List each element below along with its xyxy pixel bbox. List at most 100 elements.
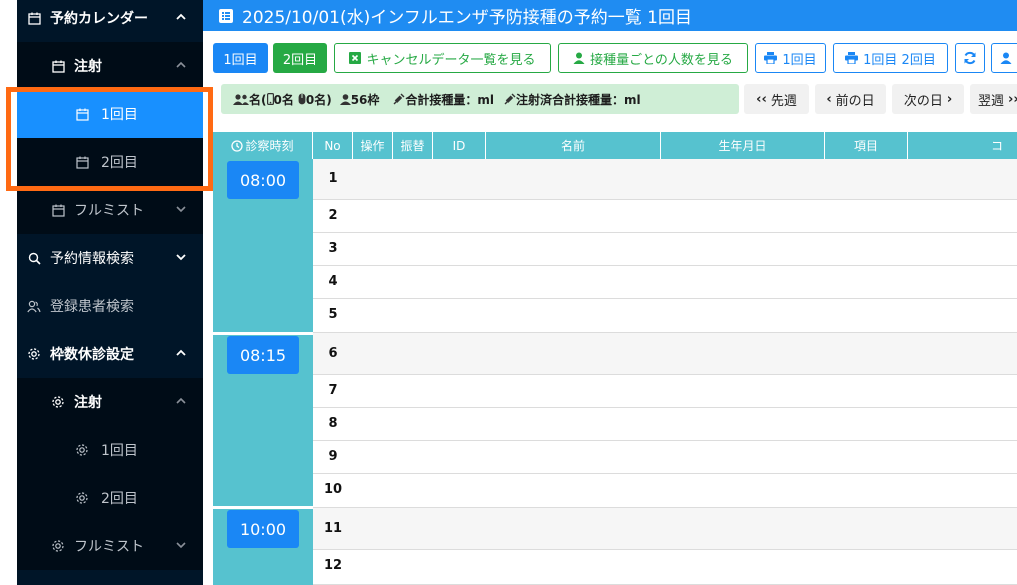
sidebar-item-label: 2回目 (101, 491, 138, 507)
row-number: 10 (323, 482, 343, 497)
next-week-button[interactable]: 翌週 ›› (970, 84, 1017, 114)
gear-icon (51, 395, 65, 409)
sidebar-item-patient-search[interactable]: 登録患者検索 (17, 282, 203, 330)
page-title: 2025/10/01(水)インフルエンザ予防接種の予約一覧 1回目 (242, 8, 692, 28)
print-both-label: 1回目 2回目 (863, 52, 936, 68)
mobile-icon (266, 93, 274, 105)
prev-day-label: 前の日 (835, 93, 875, 109)
first-dose-button[interactable]: 1回目 (213, 43, 268, 73)
time-slot-button[interactable]: 08:00 (227, 161, 299, 199)
chevron-up-icon (176, 13, 186, 20)
chevron-left-icon: ‹ (826, 91, 832, 107)
chevron-right-icon: › (946, 91, 953, 107)
app-root: 予約カレンダー 注射 1回目 2回目 フルミスト 予約情報検索 登録患者検索 枠… (0, 0, 1017, 585)
stats-female: 0名) (305, 92, 332, 107)
time-divider (213, 506, 313, 509)
col-header-more: コ (908, 132, 1017, 159)
search-icon (27, 251, 41, 265)
calendar-icon (51, 203, 65, 217)
double-chevron-left-icon: ‹‹ (756, 91, 767, 107)
sidebar-item-label: 登録患者検索 (50, 299, 134, 315)
sidebar-item-label: フルミスト (74, 539, 144, 555)
col-header-name: 名前 (486, 132, 661, 159)
sidebar-item-settings-flumist[interactable]: フルミスト (17, 522, 203, 570)
col-header-action: 操作 (353, 132, 393, 159)
sidebar-item-reservation-calendar[interactable]: 予約カレンダー (17, 0, 203, 42)
col-header-time: 診察時刻 (213, 132, 313, 159)
chevron-down-icon (176, 206, 186, 213)
cancel-list-button[interactable]: キャンセルデータ一覧を見る (334, 43, 551, 73)
table-row[interactable]: 5 (313, 299, 1017, 333)
syringe-icon (504, 93, 516, 105)
sidebar-item-label: 予約カレンダー (50, 11, 148, 27)
sidebar-item-label: 注射 (74, 395, 102, 411)
table-row[interactable]: 12 (313, 550, 1017, 585)
next-day-button[interactable]: 次の日 › (892, 84, 964, 114)
sidebar-item-flumist[interactable]: フルミスト (17, 186, 203, 234)
sidebar-item-slot-settings[interactable]: 枠数休診設定 (17, 330, 203, 378)
next-day-label: 次の日 (903, 93, 943, 109)
sidebar-item-settings-second-dose[interactable]: 2回目 (17, 474, 203, 522)
gear-icon (75, 443, 89, 457)
print-icon (845, 52, 859, 64)
chevron-up-icon (176, 397, 186, 404)
highlight-box (6, 87, 213, 191)
chevron-down-icon (176, 254, 186, 261)
table-row[interactable]: 7 (313, 375, 1017, 408)
sidebar-item-label: フルミスト (74, 203, 144, 219)
row-number: 7 (328, 383, 338, 398)
table-row[interactable]: 10 (313, 474, 1017, 508)
list-icon (219, 8, 233, 23)
row-number: 1 (328, 171, 338, 186)
page-header: 2025/10/01(水)インフルエンザ予防接種の予約一覧 1回目 (203, 0, 1017, 31)
stats-done-dose: 注射済合計接種量：ml (516, 92, 641, 107)
calendar-icon (51, 59, 65, 73)
gear-icon (75, 491, 89, 505)
row-number: 8 (328, 416, 338, 431)
prev-day-button[interactable]: ‹ 前の日 (815, 84, 886, 114)
table-row[interactable]: 4 (313, 266, 1017, 299)
row-number: 4 (328, 274, 338, 289)
row-number: 3 (328, 241, 338, 256)
refresh-button[interactable] (955, 43, 985, 73)
table-row[interactable]: 6 (313, 333, 1017, 375)
gear-icon (27, 347, 41, 361)
cancel-list-label: キャンセルデータ一覧を見る (366, 52, 536, 68)
print-icon (764, 52, 778, 64)
time-slot-button[interactable]: 08:15 (227, 336, 299, 374)
table-row[interactable]: 8 (313, 408, 1017, 441)
count-by-dose-button[interactable]: 接種量ごとの人数を見る (558, 43, 748, 73)
table-row[interactable]: 2 (313, 200, 1017, 233)
prev-week-button[interactable]: ‹‹ 先週 (744, 84, 809, 114)
sidebar-item-settings-injection[interactable]: 注射 (17, 378, 203, 426)
users-icon (27, 299, 41, 313)
double-chevron-right-icon: ›› (1008, 91, 1017, 107)
sidebar-item-label: 枠数休診設定 (50, 347, 134, 363)
row-number: 12 (323, 558, 343, 573)
row-number: 6 (328, 346, 338, 361)
time-slot-button[interactable]: 10:00 (227, 510, 299, 548)
print-both-button[interactable]: 1回目 2回目 (833, 43, 948, 73)
time-divider (213, 332, 313, 335)
print-first-button[interactable]: 1回目 (755, 43, 826, 73)
sidebar-item-injection[interactable]: 注射 (17, 42, 203, 90)
col-header-transfer: 振替 (393, 132, 433, 159)
col-header-birthdate: 生年月日 (661, 132, 825, 159)
count-by-dose-label: 接種量ごとの人数を見る (590, 52, 733, 68)
chevron-up-icon (176, 61, 186, 68)
stats-slots: 56枠 (350, 92, 380, 107)
chevron-down-icon (176, 542, 186, 549)
mouse-icon (298, 93, 306, 105)
sidebar-item-reservation-search[interactable]: 予約情報検索 (17, 234, 203, 282)
user-button[interactable] (991, 43, 1017, 73)
table-row[interactable]: 9 (313, 441, 1017, 474)
table-row[interactable]: 11 (313, 508, 1017, 550)
table-row[interactable]: 3 (313, 233, 1017, 266)
sidebar-item-settings-first-dose[interactable]: 1回目 (17, 426, 203, 474)
sidebar-item-label: 1回目 (101, 443, 138, 459)
stats-bar: 名( 0名 0名) 56枠 合計接種量：ml 注射済合計接種量：ml (221, 84, 739, 114)
row-number: 9 (328, 449, 338, 464)
table-row[interactable]: 1 (313, 159, 1017, 200)
second-dose-button[interactable]: 2回目 (273, 43, 327, 73)
col-header-no: No (313, 132, 353, 159)
